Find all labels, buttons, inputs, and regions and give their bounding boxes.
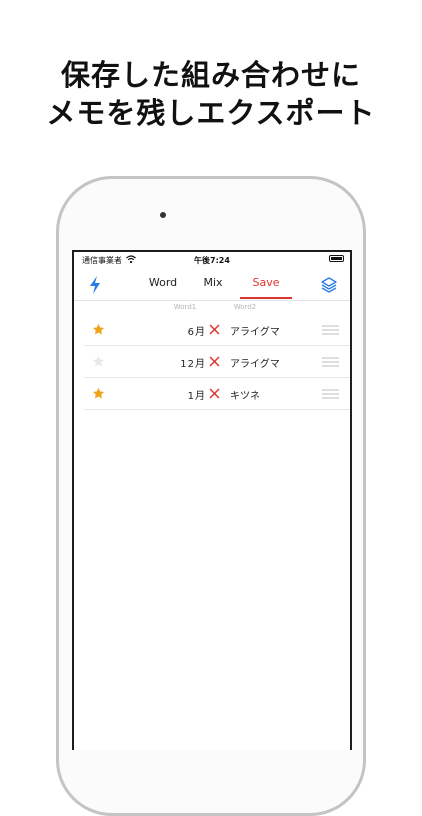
- layers-icon[interactable]: [320, 276, 338, 294]
- list-item[interactable]: 12月 アライグマ: [84, 346, 350, 378]
- cross-icon: [209, 388, 220, 399]
- drag-handle-icon[interactable]: [322, 389, 339, 399]
- star-icon[interactable]: [92, 387, 105, 400]
- column-header-word1: Word1: [173, 303, 197, 311]
- column-header-word2: Word2: [233, 303, 257, 311]
- status-time: 午後7:24: [194, 256, 230, 265]
- status-bar: 通信事業者 午後7:24: [74, 252, 350, 268]
- tab-save[interactable]: Save: [240, 276, 292, 289]
- star-icon[interactable]: [92, 355, 105, 368]
- tab-word[interactable]: Word: [138, 276, 188, 289]
- star-icon[interactable]: [92, 323, 105, 336]
- app-screen: 通信事業者 午後7:24 Word Mix Save Word1 Word2 6…: [72, 250, 352, 750]
- drag-handle-icon[interactable]: [322, 325, 339, 335]
- list-item[interactable]: 6月 アライグマ: [84, 314, 350, 346]
- headline-line-1: 保存した組み合わせに: [60, 58, 361, 92]
- bolt-icon[interactable]: [88, 276, 102, 294]
- word1-value: 1月: [187, 391, 206, 402]
- tab-mix[interactable]: Mix: [196, 276, 230, 289]
- word2-value: キツネ: [230, 391, 260, 402]
- active-tab-indicator: [240, 297, 292, 299]
- word2-value: アライグマ: [230, 327, 280, 338]
- cross-icon: [209, 324, 220, 335]
- word1-value: 6月: [187, 327, 206, 338]
- headline-line-2: メモを残しエクスポート: [46, 96, 376, 130]
- word1-value: 12月: [180, 359, 206, 370]
- cross-icon: [209, 356, 220, 367]
- nav-bar: Word Mix Save: [74, 270, 350, 300]
- phone-camera: [160, 212, 166, 218]
- drag-handle-icon[interactable]: [322, 357, 339, 367]
- word2-value: アライグマ: [230, 359, 280, 370]
- battery-icon: [329, 255, 344, 262]
- nav-divider: [74, 300, 350, 301]
- headline: 保存した組み合わせに メモを残しエクスポート: [0, 56, 422, 132]
- list-item[interactable]: 1月 キツネ: [84, 378, 350, 410]
